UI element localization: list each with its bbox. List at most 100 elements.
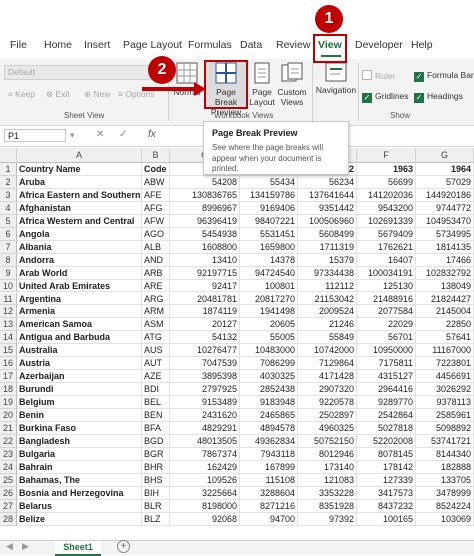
table-cell[interactable]: AFW [142, 214, 170, 228]
table-cell[interactable]: Belgium [17, 396, 142, 410]
table-cell[interactable]: 92068 [170, 512, 240, 526]
table-cell[interactable]: 15379 [298, 253, 357, 267]
table-cell[interactable]: Austria [17, 357, 142, 371]
table-cell[interactable]: 1941498 [240, 305, 298, 319]
table-cell[interactable]: Afghanistan [17, 201, 142, 215]
table-cell[interactable]: BGD [142, 434, 170, 448]
table-cell[interactable]: 109526 [170, 473, 240, 487]
table-cell[interactable]: ARB [142, 266, 170, 280]
table-cell[interactable]: 55005 [240, 331, 298, 345]
table-cell[interactable]: 11167000 [416, 344, 474, 358]
table-cell[interactable]: 10276477 [170, 344, 240, 358]
table-cell[interactable]: 1711319 [298, 240, 357, 254]
table-cell[interactable]: 48013505 [170, 434, 240, 448]
row-header[interactable]: 2 [0, 175, 17, 189]
table-cell[interactable]: 102691339 [357, 214, 416, 228]
table-cell[interactable]: 22029 [357, 318, 416, 332]
tab-page-layout[interactable]: Page Layout [123, 39, 182, 51]
table-cell[interactable]: 50752150 [298, 434, 357, 448]
table-cell[interactable]: 4829291 [170, 422, 240, 435]
table-cell[interactable]: BLZ [142, 512, 170, 526]
table-cell[interactable]: 49362834 [240, 434, 298, 448]
row-header[interactable]: 13 [0, 318, 17, 332]
table-cell[interactable]: 54132 [170, 331, 240, 345]
row-header[interactable]: 24 [0, 460, 17, 474]
row-header[interactable]: 3 [0, 188, 17, 202]
table-cell[interactable]: 9220578 [298, 396, 357, 410]
table-cell[interactable]: 1874119 [170, 305, 240, 319]
row-header[interactable]: 11 [0, 292, 17, 306]
table-cell[interactable]: 13410 [170, 253, 240, 267]
table-cell[interactable]: 57641 [416, 331, 474, 345]
table-cell[interactable]: ARM [142, 305, 170, 319]
table-cell[interactable]: 144920186 [416, 188, 474, 202]
table-cell[interactable]: 178142 [357, 460, 416, 474]
table-cell[interactable]: BDI [142, 383, 170, 397]
table-cell[interactable]: AND [142, 253, 170, 267]
table-cell[interactable]: ASM [142, 318, 170, 332]
table-cell[interactable]: 104953470 [416, 214, 474, 228]
table-cell[interactable]: 56701 [357, 331, 416, 345]
table-cell[interactable]: 5454938 [170, 227, 240, 241]
table-cell[interactable]: 8012946 [298, 447, 357, 461]
table-cell[interactable]: ARG [142, 292, 170, 306]
table-cell[interactable]: BEL [142, 396, 170, 410]
table-cell[interactable]: 7047539 [170, 357, 240, 371]
table-cell[interactable]: 98407221 [240, 214, 298, 228]
table-cell[interactable]: ATG [142, 331, 170, 345]
table-cell[interactable]: 16407 [357, 253, 416, 267]
table-cell[interactable]: Australia [17, 344, 142, 358]
table-cell[interactable]: 8437232 [357, 499, 416, 513]
table-cell[interactable]: 115108 [240, 473, 298, 487]
table-cell[interactable]: 7086299 [240, 357, 298, 371]
table-cell[interactable]: 4030325 [240, 370, 298, 384]
table-cell[interactable]: 4960325 [298, 422, 357, 435]
table-cell[interactable]: Antigua and Barbuda [17, 331, 142, 345]
table-cell[interactable]: 3353228 [298, 486, 357, 500]
table-cell[interactable]: Bulgaria [17, 447, 142, 461]
table-cell[interactable]: 56699 [357, 175, 416, 189]
spreadsheet-grid[interactable]: ABCDEFG1Country NameCode1960196119621963… [0, 148, 474, 540]
table-cell[interactable]: 56234 [298, 175, 357, 189]
name-box-dropdown-icon[interactable]: ▾ [70, 130, 75, 141]
tab-review[interactable]: Review [276, 39, 310, 51]
table-cell[interactable]: 8351928 [298, 499, 357, 513]
scroll-right-icon[interactable]: ▶ [22, 541, 29, 552]
table-cell[interactable]: 125130 [357, 279, 416, 293]
table-cell[interactable]: Bangladesh [17, 434, 142, 448]
table-cell[interactable]: 5027818 [357, 422, 416, 435]
table-cell[interactable]: 17466 [416, 253, 474, 267]
table-cell[interactable]: 100034191 [357, 266, 416, 280]
row-header[interactable]: 27 [0, 499, 17, 513]
table-cell[interactable]: 5734995 [416, 227, 474, 241]
table-cell[interactable]: 112112 [298, 279, 357, 293]
table-cell[interactable]: BEN [142, 409, 170, 422]
table-cell[interactable]: ARE [142, 279, 170, 293]
table-cell[interactable]: 2009524 [298, 305, 357, 319]
table-cell[interactable]: 94724540 [240, 266, 298, 280]
row-header[interactable]: 10 [0, 279, 17, 293]
table-cell[interactable]: Andorra [17, 253, 142, 267]
table-cell[interactable]: 92417 [170, 279, 240, 293]
table-cell[interactable]: 22850 [416, 318, 474, 332]
table-cell[interactable]: AUT [142, 357, 170, 371]
table-cell[interactable]: 9183948 [240, 396, 298, 410]
row-header[interactable]: 17 [0, 370, 17, 384]
custom-views-button[interactable]: Custom Views [276, 61, 308, 107]
table-cell[interactable]: 7943118 [240, 447, 298, 461]
table-cell[interactable]: Belarus [17, 499, 142, 513]
row-header[interactable]: 4 [0, 201, 17, 215]
header-cell[interactable]: Country Name [17, 163, 142, 176]
table-cell[interactable]: 57029 [416, 175, 474, 189]
table-cell[interactable]: 3417573 [357, 486, 416, 500]
table-cell[interactable]: 2907320 [298, 383, 357, 397]
scroll-left-icon[interactable]: ◀ [6, 541, 13, 552]
table-cell[interactable]: 97334438 [298, 266, 357, 280]
tab-formulas[interactable]: Formulas [188, 39, 232, 51]
header-cell[interactable]: 1964 [416, 163, 474, 176]
table-cell[interactable]: 4894578 [240, 422, 298, 435]
page-layout-view-button[interactable]: Page Layout [248, 61, 276, 107]
table-cell[interactable]: 21246 [298, 318, 357, 332]
table-cell[interactable]: 102832792 [416, 266, 474, 280]
column-header-b[interactable]: B [142, 148, 170, 163]
